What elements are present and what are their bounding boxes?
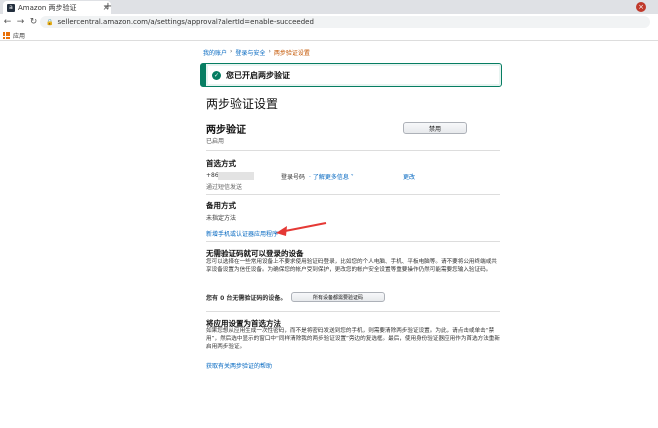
arrow-shaft — [279, 222, 327, 233]
tab-title: Amazon 两步验证 — [18, 3, 77, 12]
browser-toolbar: ← → ↻ 🔒 sellercentral.amazon.com/a/setti… — [0, 14, 658, 30]
apps-bookmark-label[interactable]: 应用 — [13, 31, 25, 40]
new-tab-plus-icon[interactable]: + — [103, 1, 113, 13]
forward-arrow-icon[interactable]: → — [15, 17, 26, 27]
amazon-favicon-icon: a — [7, 3, 15, 12]
address-bar[interactable]: 🔒 sellercentral.amazon.com/a/settings/ap… — [40, 16, 650, 28]
arrow-head — [276, 226, 287, 236]
back-arrow-icon[interactable]: ← — [2, 17, 13, 27]
lock-icon: 🔒 — [46, 18, 54, 26]
reload-icon[interactable]: ↻ — [28, 17, 39, 27]
page-content: 我的账户 › 登录与安全 › 两步验证设置 ✓ 您已开启两步验证 两步验证设置 … — [0, 41, 658, 428]
browser-tab[interactable]: a Amazon 两步验证 × — [3, 1, 111, 14]
bookmarks-bar: 应用 — [0, 30, 658, 41]
apps-grid-icon[interactable] — [3, 31, 10, 39]
red-arrow-annotation — [276, 222, 327, 236]
window-close-icon[interactable]: × — [636, 2, 646, 12]
url-text: sellercentral.amazon.com/a/settings/appr… — [57, 18, 314, 26]
tab-bar: a Amazon 两步验证 × + × — [0, 0, 658, 14]
